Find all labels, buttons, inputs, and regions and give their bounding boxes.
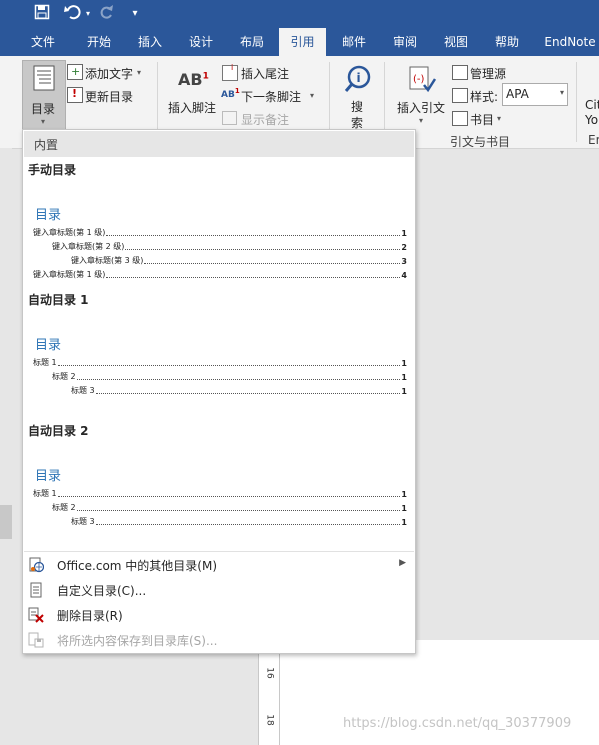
submenu-arrow-icon: ▶ <box>399 558 406 568</box>
menu-item-save-selection-to-toc-gallery[interactable]: 将所选内容保存到目录库(S)... <box>24 628 414 652</box>
office-online-icon <box>28 557 45 573</box>
tab-layout[interactable]: 布局 <box>231 28 273 56</box>
toc-icon <box>33 65 55 94</box>
search-icon: i <box>344 65 372 96</box>
tab-references[interactable]: 引用 <box>279 28 326 56</box>
ribbon-tabs: 文件 开始 插入 设计 布局 引用 邮件 审阅 视图 帮助 EndNote <box>0 28 599 56</box>
next-footnote-button[interactable]: 下一条脚注 <box>241 88 301 105</box>
show-notes-button[interactable]: 显示备注 <box>241 111 289 128</box>
chevron-down-icon: ▾ <box>559 88 564 97</box>
insert-endnote-button[interactable]: 插入尾注 <box>241 65 289 82</box>
next-footnote-dropdown-icon[interactable]: ▾ <box>310 91 314 100</box>
tab-insert[interactable]: 插入 <box>129 28 171 56</box>
style-icon <box>452 88 468 103</box>
vertical-ruler: 16 18 <box>258 640 280 745</box>
section-header-builtin: 内置 <box>24 131 414 157</box>
insert-citation-icon: (-) <box>408 65 437 96</box>
svg-text:i: i <box>357 71 361 85</box>
bibliography-button[interactable]: 书目 <box>470 111 494 128</box>
menu-item-office-more-toc[interactable]: Office.com 中的其他目录(M) ▶ <box>24 553 414 577</box>
toc-preview-heading: 目录 <box>35 469 62 484</box>
tab-file[interactable]: 文件 <box>22 28 64 56</box>
menu-item-label: 删除目录(R) <box>57 609 123 623</box>
toc-button-label: 目录 <box>31 102 56 116</box>
gallery-item-title: 自动目录 2 <box>28 424 89 438</box>
style-select[interactable]: APA ▾ <box>502 83 568 106</box>
tab-design[interactable]: 设计 <box>180 28 222 56</box>
manage-sources-icon <box>452 65 468 80</box>
menu-item-custom-toc[interactable]: 自定义目录(C)... <box>24 578 414 602</box>
toc-preview-line: 标题 31 <box>71 386 407 396</box>
toc-preview-line: 键入章标题(第 3 级) 3 <box>71 256 407 266</box>
menu-item-label: Office.com 中的其他目录(M) <box>57 559 218 573</box>
insert-endnote-icon: i <box>222 63 238 81</box>
remove-toc-icon <box>28 607 44 623</box>
search-button-line1[interactable]: 搜 <box>351 98 363 115</box>
toc-preview-line: 键入章标题(第 2 级) 2 <box>52 242 407 252</box>
ribbon-cutoff-label-2[interactable]: Yo <box>585 113 598 127</box>
insert-citation-dropdown-icon[interactable]: ▾ <box>419 116 423 125</box>
next-footnote-icon: AB1 <box>221 87 240 100</box>
section-header-builtin-label: 内置 <box>34 138 59 152</box>
scrollbar-thumb[interactable] <box>0 505 12 539</box>
style-label: 样式: <box>470 90 499 104</box>
custom-toc-icon <box>28 582 44 598</box>
tab-review[interactable]: 审阅 <box>384 28 426 56</box>
style-select-value: APA <box>506 87 529 101</box>
toc-preview-line: 标题 21 <box>52 372 407 382</box>
bibliography-icon <box>452 111 468 126</box>
insert-citation-button[interactable]: 插入引文 <box>397 99 445 116</box>
toc-preview-heading: 目录 <box>35 338 62 353</box>
toc-dropdown-icon: ▾ <box>41 117 46 126</box>
gallery-item-title: 手动目录 <box>28 163 77 177</box>
tab-view[interactable]: 视图 <box>435 28 477 56</box>
toc-preview-line: 键入章标题(第 1 级) 4 <box>33 270 407 280</box>
toc-preview-line: 标题 11 <box>33 358 407 368</box>
group-label-citations: 引文与书目 <box>450 135 511 149</box>
watermark: https://blog.csdn.net/qq_30377909 <box>343 716 572 731</box>
undo-icon[interactable] <box>62 4 84 24</box>
add-text-button[interactable]: 添加文字 <box>85 65 133 82</box>
tab-endnote[interactable]: EndNote <box>538 28 599 56</box>
add-text-icon: + <box>67 64 83 80</box>
toc-preview-line: 标题 31 <box>71 517 407 527</box>
tab-help[interactable]: 帮助 <box>486 28 528 56</box>
tab-mailings[interactable]: 邮件 <box>333 28 375 56</box>
toc-preview-heading: 目录 <box>35 208 62 223</box>
bibliography-dropdown-icon[interactable]: ▾ <box>497 114 501 123</box>
toc-preview-line: 标题 21 <box>52 503 407 513</box>
ribbon-cutoff-label-3: Er <box>588 133 599 147</box>
svg-text:(-): (-) <box>413 74 425 85</box>
gallery-item-auto-toc-1[interactable]: 自动目录 1 目录 标题 11 标题 21 标题 31 <box>24 288 414 406</box>
ribbon-cutoff-label-1[interactable]: Cit <box>585 98 599 112</box>
menu-divider <box>24 551 414 552</box>
toc-button[interactable]: 目录 ▾ <box>22 60 66 132</box>
quick-access-toolbar: ▾ ▾ <box>0 0 599 28</box>
manage-sources-button[interactable]: 管理源 <box>470 65 506 82</box>
redo-icon[interactable] <box>98 4 116 24</box>
gallery-item-manual-toc[interactable]: 手动目录 目录 键入章标题(第 1 级) 1 键入章标题(第 2 级) 2 键入章标… <box>24 158 414 282</box>
add-text-dropdown-icon[interactable]: ▾ <box>137 68 141 77</box>
document-left-margin <box>0 148 12 745</box>
insert-footnote-button[interactable]: 插入脚注 <box>168 99 216 116</box>
toc-preview-line: 标题 11 <box>33 489 407 499</box>
update-toc-icon: ! <box>67 87 83 103</box>
show-notes-icon <box>222 111 237 125</box>
customize-qat-icon[interactable]: ▾ <box>128 4 142 24</box>
menu-item-label: 自定义目录(C)... <box>57 584 147 598</box>
toc-preview-line: 键入章标题(第 1 级) 1 <box>33 228 407 238</box>
tab-home[interactable]: 开始 <box>78 28 120 56</box>
undo-dropdown-icon[interactable]: ▾ <box>84 4 92 24</box>
save-icon[interactable] <box>32 4 52 24</box>
footnote-icon: AB1 <box>178 70 209 89</box>
ruler-mark-16: 16 <box>264 667 275 679</box>
toc-dropdown-menu: 内置 手动目录 目录 键入章标题(第 1 级) 1 键入章标题(第 2 级) 2 键… <box>22 129 416 654</box>
menu-item-label: 将所选内容保存到目录库(S)... <box>57 634 218 648</box>
save-to-gallery-icon <box>28 632 44 648</box>
update-toc-button[interactable]: 更新目录 <box>85 88 133 105</box>
ruler-mark-18: 18 <box>264 714 275 726</box>
gallery-item-auto-toc-2[interactable]: 自动目录 2 目录 标题 11 标题 21 标题 31 <box>24 419 414 537</box>
gallery-item-title: 自动目录 1 <box>28 293 89 307</box>
menu-item-remove-toc[interactable]: 删除目录(R) <box>24 603 414 627</box>
